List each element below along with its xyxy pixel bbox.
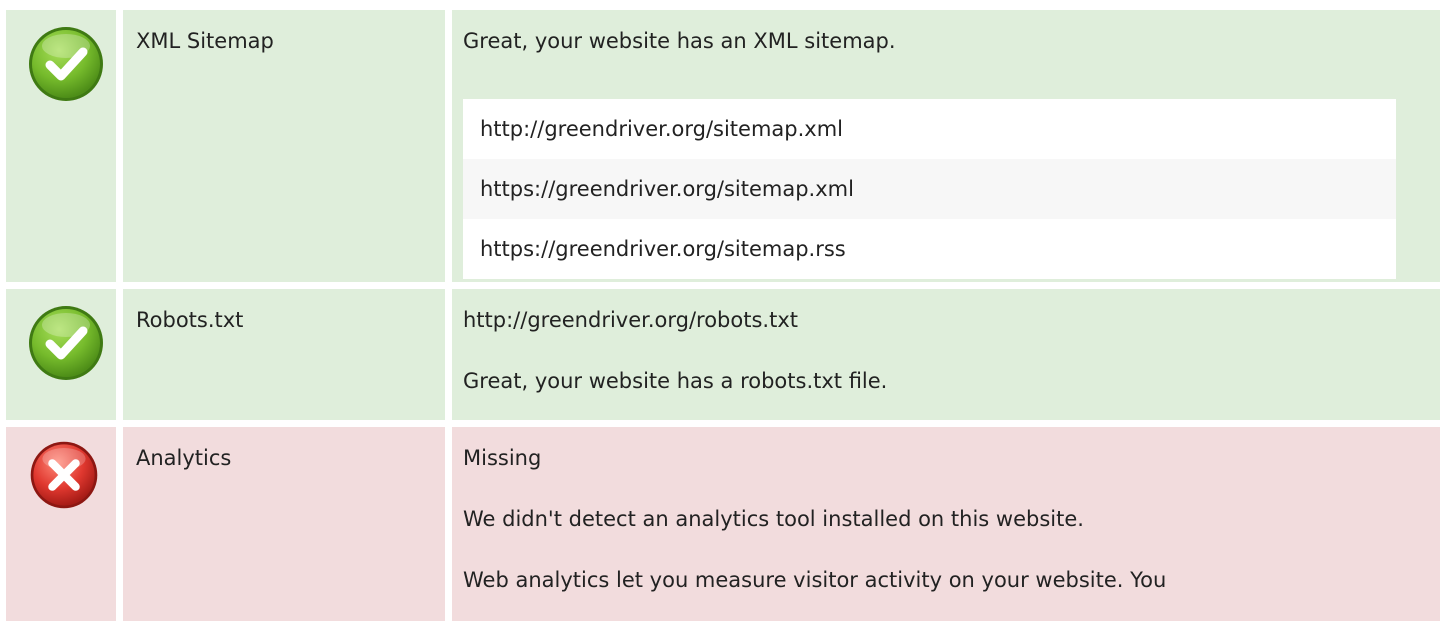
sitemap-url: https://greendriver.org/sitemap.rss	[463, 219, 1396, 279]
cross-circle-icon	[30, 441, 98, 509]
seo-report: XML Sitemap Great, your website has an X…	[0, 0, 1449, 621]
report-row-robots-txt: Robots.txt http://greendriver.org/robots…	[0, 289, 1449, 420]
report-row-analytics: Analytics Missing We didn't detect an an…	[0, 427, 1449, 621]
check-detail-cell: http://greendriver.org/robots.txt Great,…	[452, 289, 1440, 420]
sitemap-url: http://greendriver.org/sitemap.xml	[463, 99, 1396, 159]
robots-txt-url: http://greendriver.org/robots.txt	[463, 308, 798, 332]
check-name: XML Sitemap	[136, 29, 274, 53]
check-name-cell: Analytics	[123, 427, 445, 621]
status-cell	[6, 289, 116, 420]
check-name-cell: Robots.txt	[123, 289, 445, 420]
check-detail-cell: Great, your website has an XML sitemap. …	[452, 10, 1440, 282]
check-name: Analytics	[136, 446, 232, 470]
check-name: Robots.txt	[136, 308, 244, 332]
check-status-text: Missing	[463, 446, 542, 470]
sitemap-url: https://greendriver.org/sitemap.xml	[463, 159, 1396, 219]
check-circle-icon	[29, 306, 103, 380]
check-name-cell: XML Sitemap	[123, 10, 445, 282]
sitemap-url-list: http://greendriver.org/sitemap.xml https…	[463, 99, 1396, 279]
check-summary: Great, your website has a robots.txt fil…	[463, 369, 888, 393]
report-row-xml-sitemap: XML Sitemap Great, your website has an X…	[0, 10, 1449, 282]
status-cell	[6, 427, 116, 621]
status-cell	[6, 10, 116, 282]
check-circle-icon	[29, 27, 103, 101]
check-explanation: Web analytics let you measure visitor ac…	[463, 568, 1167, 592]
check-summary: We didn't detect an analytics tool insta…	[463, 507, 1084, 531]
check-summary: Great, your website has an XML sitemap.	[463, 29, 896, 53]
check-detail-cell: Missing We didn't detect an analytics to…	[452, 427, 1440, 621]
